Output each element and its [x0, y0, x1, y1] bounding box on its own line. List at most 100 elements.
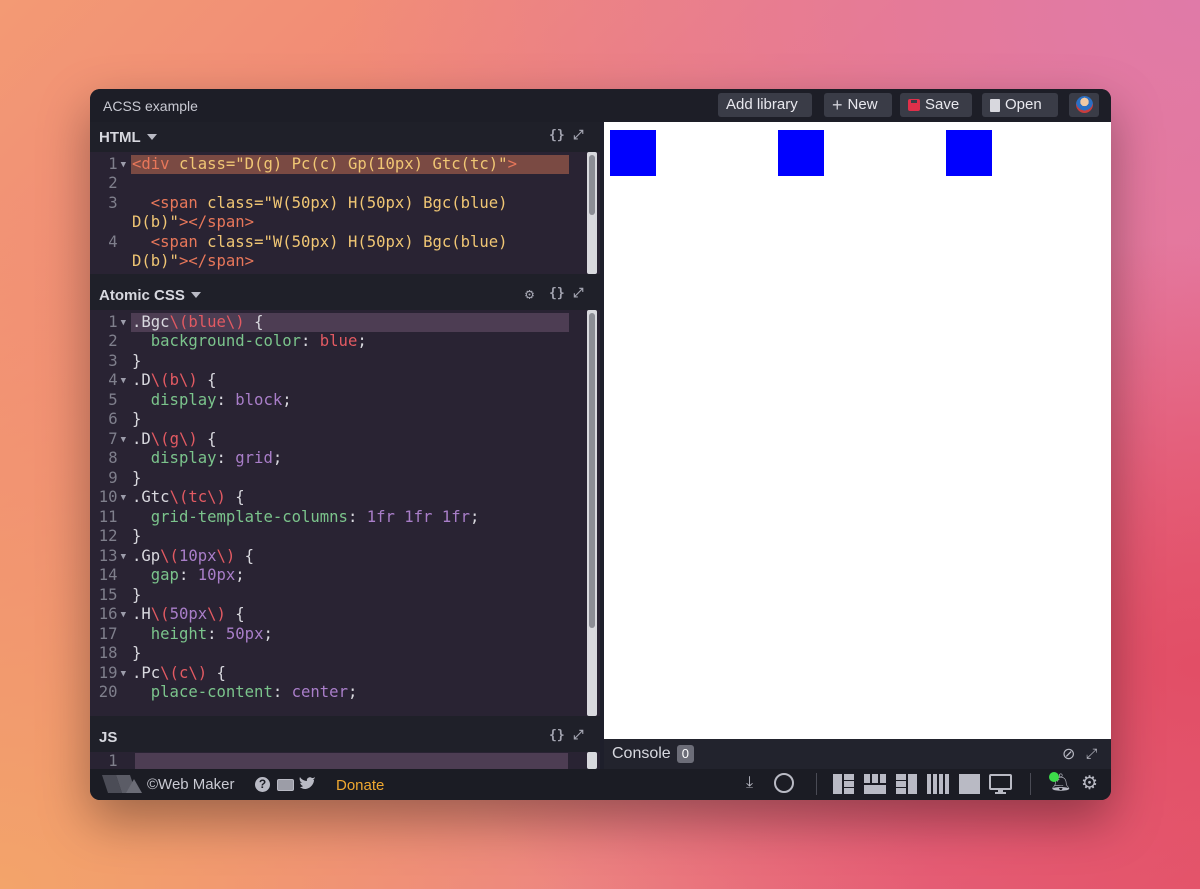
html-pane-title[interactable]: HTML	[99, 129, 157, 146]
css-scrollbar[interactable]	[587, 310, 597, 716]
line-number: 4▼	[108, 371, 126, 389]
code-line: height: 50px;	[150, 625, 273, 643]
layout-2-icon[interactable]	[864, 774, 886, 794]
fold-toggle-icon[interactable]: ▼	[121, 669, 126, 679]
line-number: 18▼	[98, 644, 118, 662]
preview-pane[interactable]	[604, 122, 1111, 739]
css-editor[interactable]: 1▼ .Bgc\(blue\) { 2▼ background-color: b…	[90, 310, 586, 714]
fold-toggle-icon[interactable]: ▼	[121, 610, 126, 620]
expand-icon[interactable]: ⤢	[573, 286, 583, 301]
layout-1-icon[interactable]	[833, 774, 854, 794]
floppy-icon	[908, 99, 920, 111]
add-library-button[interactable]: Add library	[718, 93, 812, 117]
monitor-icon[interactable]	[989, 774, 1013, 795]
keyboard-icon[interactable]	[277, 779, 294, 791]
expand-icon[interactable]: ⤢	[573, 728, 583, 743]
console-bar[interactable]: Console 0 ⊘ ⤢	[604, 739, 1111, 769]
braces-icon[interactable]: {}	[549, 128, 565, 143]
editor-column: HTML {} ⤢ 1 ▼ <div class="D(g) Pc(c) Gp(1…	[90, 122, 600, 769]
line-number: 1▼	[108, 155, 126, 173]
code-line: }	[132, 527, 142, 545]
html-scrollbar[interactable]	[587, 152, 597, 274]
expand-icon[interactable]: ⤢	[1086, 745, 1097, 762]
code-line: gap: 10px;	[150, 566, 245, 584]
settings-gear-icon[interactable]: ⚙	[1081, 772, 1098, 795]
css-pane-header[interactable]: Atomic CSS ⚙ {} ⤢	[90, 280, 600, 310]
code-line: D(b)"></span>	[132, 213, 255, 231]
line-number: 4▼	[108, 233, 118, 251]
layout-4-icon[interactable]	[927, 774, 949, 794]
plus-icon: +	[832, 95, 843, 115]
line-number: 3▼	[108, 352, 118, 370]
js-pane-header[interactable]: JS {} ⤢	[90, 722, 600, 752]
scrollbar-thumb[interactable]	[589, 155, 595, 215]
fold-toggle-icon[interactable]: ▼	[121, 493, 126, 503]
avatar	[1076, 96, 1093, 113]
code-line: .Gp\(10px\) {	[132, 547, 255, 565]
line-number: 7 ▼	[108, 430, 126, 448]
brand-link[interactable]: ©Web Maker	[147, 776, 234, 793]
fold-toggle-icon[interactable]: ▼	[121, 435, 126, 445]
app-window: ACSS example Add library + New Save Open…	[90, 89, 1111, 800]
console-title[interactable]: Console 0	[612, 745, 694, 763]
new-label: New	[847, 96, 878, 113]
line-number: 3▼	[108, 194, 118, 212]
line-number: 12▼	[98, 527, 118, 545]
line-number: 1▼	[108, 313, 126, 331]
code-line: display: grid;	[150, 449, 283, 467]
fold-toggle-icon[interactable]: ▼	[121, 318, 126, 328]
code-line: background-color: blue;	[150, 332, 367, 350]
code-line: .Pc\(c\) {	[132, 664, 226, 682]
preview-blue-box	[610, 130, 656, 176]
html-editor[interactable]: 1 ▼ <div class="D(g) Pc(c) Gp(10px) Gtc(t…	[90, 152, 586, 272]
title-bar: ACSS example Add library + New Save Open	[90, 89, 1111, 122]
file-icon	[990, 98, 1000, 112]
code-line: D(b)"></span>	[132, 252, 255, 270]
fold-toggle-icon[interactable]: ▼	[121, 160, 126, 170]
code-line: }	[132, 352, 142, 370]
download-icon[interactable]: ⤓	[746, 774, 753, 792]
twitter-icon[interactable]	[299, 777, 317, 792]
code-line: .H\(50px\) {	[132, 605, 245, 623]
save-button[interactable]: Save	[900, 93, 972, 117]
layout-3-icon[interactable]	[896, 774, 917, 794]
project-title[interactable]: ACSS example	[103, 98, 198, 114]
code-line: .D\(g\) {	[132, 430, 217, 448]
code-line: place-content: center;	[150, 683, 358, 701]
code-line: <span class="W(50px) H(50px) Bgc(blue)	[150, 233, 508, 251]
web-maker-logo-icon[interactable]	[102, 775, 142, 795]
js-scrollbar[interactable]	[587, 752, 597, 769]
layout-full-icon[interactable]	[959, 774, 980, 794]
codepen-icon[interactable]	[774, 773, 794, 793]
fold-toggle-icon[interactable]: ▼	[121, 376, 126, 386]
preview-blue-box	[778, 130, 824, 176]
help-icon[interactable]: ?	[255, 777, 270, 792]
code-line: <div class="D(g) Pc(c) Gp(10px) Gtc(tc)"…	[132, 155, 517, 173]
line-number: 14▼	[98, 566, 118, 584]
new-button[interactable]: + New	[824, 93, 892, 117]
preview-blue-box	[946, 130, 992, 176]
open-button[interactable]: Open	[982, 93, 1058, 117]
fold-toggle-icon[interactable]: ▼	[121, 552, 126, 562]
code-line: }	[132, 586, 142, 604]
line-number: 8▼	[108, 449, 118, 467]
clear-console-icon[interactable]: ⊘	[1062, 744, 1075, 764]
html-pane-header[interactable]: HTML {} ⤢	[90, 122, 600, 152]
active-line-highlight	[135, 753, 568, 769]
scrollbar-thumb[interactable]	[589, 313, 595, 628]
expand-icon[interactable]: ⤢	[573, 128, 583, 143]
css-pane-title[interactable]: Atomic CSS	[99, 287, 201, 304]
code-line: <span class="W(50px) H(50px) Bgc(blue)	[150, 194, 508, 212]
line-number: 2▼	[108, 332, 118, 350]
user-avatar-button[interactable]	[1069, 93, 1099, 117]
js-editor[interactable]: 1▼	[90, 752, 586, 769]
braces-icon[interactable]: {}	[549, 286, 565, 301]
braces-icon[interactable]: {}	[549, 728, 565, 743]
chevron-down-icon	[146, 134, 157, 140]
code-line: }	[132, 644, 142, 662]
js-pane-title[interactable]: JS	[99, 729, 117, 746]
save-label: Save	[925, 96, 960, 113]
code-line: .Gtc\(tc\) {	[132, 488, 245, 506]
donate-link[interactable]: Donate	[336, 777, 384, 794]
gear-icon[interactable]: ⚙	[525, 285, 534, 303]
